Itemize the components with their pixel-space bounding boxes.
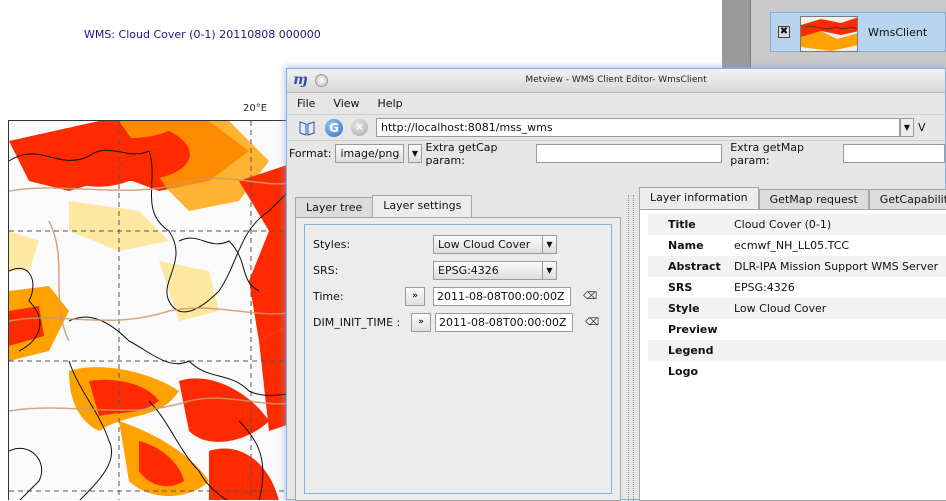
close-icon[interactable]: ✖ xyxy=(778,26,790,38)
menu-file[interactable]: File xyxy=(295,97,317,110)
info-value xyxy=(730,340,946,361)
right-tab-bar: Layer information GetMap request GetCapa… xyxy=(639,187,946,209)
menu-view[interactable]: View xyxy=(331,97,361,110)
info-key: SRS xyxy=(668,281,693,294)
table-row: Preview xyxy=(648,319,946,340)
cloud-cover-layer xyxy=(9,121,298,500)
srs-value: EPSG:4326 xyxy=(438,263,499,277)
table-row: Name ecmwf_NH_LL05.TCC xyxy=(648,235,946,256)
layer-settings-frame: Styles: Low Cloud Cover ▼ SRS: EPSG:4326… xyxy=(304,224,612,494)
wmsclient-label: WmsClient xyxy=(868,26,928,39)
info-key: Abstract xyxy=(648,256,730,277)
chevron-down-icon: ▼ xyxy=(542,260,556,280)
window-titlebar[interactable]: ɱ Metview - WMS Client Editor- WmsClient xyxy=(287,69,945,93)
styles-row: Styles: Low Cloud Cover ▼ xyxy=(313,233,603,255)
left-tab-bar: Layer tree Layer settings xyxy=(295,195,625,217)
srs-row: SRS: EPSG:4326 ▼ xyxy=(313,259,603,281)
info-value: DLR-IPA Mission Support WMS Server xyxy=(730,256,946,277)
tab-getcapabilities[interactable]: GetCapabilitie xyxy=(868,189,946,209)
info-value: EPSG:4326 xyxy=(734,281,795,294)
info-value: ecmwf_NH_LL05.TCC xyxy=(734,239,850,252)
table-row: Logo xyxy=(648,361,946,382)
extra-getcap-label: Extra getCap param: xyxy=(425,140,498,167)
info-key: Name xyxy=(668,239,704,252)
layer-settings-body: Styles: Low Cloud Cover ▼ SRS: EPSG:4326… xyxy=(295,217,621,501)
menu-help[interactable]: Help xyxy=(376,97,405,110)
table-row: Abstract DLR-IPA Mission Support WMS Serv… xyxy=(648,256,946,277)
dim-init-time-select-button[interactable]: » xyxy=(411,312,431,332)
format-select[interactable]: image/png xyxy=(335,144,405,163)
chevron-down-icon: ▼ xyxy=(542,234,556,254)
info-key: Style xyxy=(648,298,730,319)
info-key: Title xyxy=(648,214,730,235)
window-title: Metview - WMS Client Editor- WmsClient xyxy=(525,75,707,85)
toolbar: G ✕ http://localhost:8081/mss_wms ▼ V xyxy=(287,114,945,140)
styles-label: Styles: xyxy=(313,237,351,251)
styles-select[interactable]: Low Cloud Cover ▼ xyxy=(433,234,557,254)
wms-client-editor-window: ɱ Metview - WMS Client Editor- WmsClient… xyxy=(286,68,946,501)
tab-getmap-request[interactable]: GetMap request xyxy=(758,189,869,209)
info-value: Low Cloud Cover xyxy=(730,298,946,319)
clear-icon[interactable]: ⌫ xyxy=(585,317,599,328)
stop-icon[interactable]: ✕ xyxy=(351,119,368,136)
tab-layer-information[interactable]: Layer information xyxy=(639,187,759,209)
time-label: Time: xyxy=(313,289,344,303)
table-row: SRS EPSG:4326 xyxy=(648,277,946,298)
info-key: Preview xyxy=(668,323,718,336)
table-row: Style Low Cloud Cover xyxy=(648,298,946,319)
info-key: Logo xyxy=(668,365,698,378)
table-row: Legend xyxy=(648,340,946,361)
extra-getcap-input[interactable] xyxy=(536,144,723,163)
map-title: WMS: Cloud Cover (0-1) 20110808 000000 xyxy=(84,28,321,41)
get-capabilities-icon[interactable]: G xyxy=(325,118,343,137)
cloud-cover-map xyxy=(9,121,298,500)
styles-value: Low Cloud Cover xyxy=(438,237,531,251)
menu-bar: File View Help xyxy=(287,93,945,114)
server-url-input[interactable]: http://localhost:8081/mss_wms xyxy=(376,118,900,137)
srs-select[interactable]: EPSG:4326 ▼ xyxy=(433,260,557,280)
info-value xyxy=(730,361,946,382)
extra-getmap-input[interactable] xyxy=(842,144,945,163)
url-dropdown-button[interactable]: ▼ xyxy=(900,118,914,137)
time-row: Time: » 2011-08-08T00:00:00Z ⌫ xyxy=(313,285,603,307)
chevron-down-icon[interactable]: ▼ xyxy=(408,144,422,163)
map-plot[interactable] xyxy=(8,120,298,500)
info-key: Legend xyxy=(648,340,730,361)
layer-information-body: Title Cloud Cover (0-1) Name ecmwf_NH_LL05… xyxy=(639,209,946,501)
format-label: Format: xyxy=(289,147,332,160)
url-trailing-text: V xyxy=(918,121,926,134)
time-input[interactable]: 2011-08-08T00:00:00Z xyxy=(433,286,571,306)
srs-label: SRS: xyxy=(313,263,339,277)
info-value xyxy=(730,319,946,340)
time-select-button[interactable]: » xyxy=(405,286,425,306)
info-panel: Layer information GetMap request GetCapa… xyxy=(639,187,946,501)
book-icon[interactable] xyxy=(297,118,317,138)
dim-init-time-label: DIM_INIT_TIME : xyxy=(313,315,401,329)
info-value: Cloud Cover (0-1) xyxy=(730,214,946,235)
panel-splitter[interactable] xyxy=(628,195,634,501)
clear-icon[interactable]: ⌫ xyxy=(583,291,597,302)
dim-init-time-row: DIM_INIT_TIME : » 2011-08-08T00:00:00Z ⌫ xyxy=(313,311,603,333)
tab-layer-settings[interactable]: Layer settings xyxy=(372,195,473,217)
table-row: Title Cloud Cover (0-1) xyxy=(648,214,946,235)
dim-init-time-input[interactable]: 2011-08-08T00:00:00Z xyxy=(435,312,573,332)
format-bar: Format: image/png ▼ Extra getCap param: … xyxy=(287,140,945,167)
map-thumbnail-icon[interactable] xyxy=(800,16,858,52)
layer-panel: Layer tree Layer settings Styles: Low Cl… xyxy=(295,195,625,501)
longitude-label: 20°E xyxy=(243,103,268,114)
layer-info-table: Title Cloud Cover (0-1) Name ecmwf_NH_LL05… xyxy=(648,214,946,382)
tab-layer-tree[interactable]: Layer tree xyxy=(295,197,374,217)
extra-getmap-label: Extra getMap param: xyxy=(730,140,805,167)
